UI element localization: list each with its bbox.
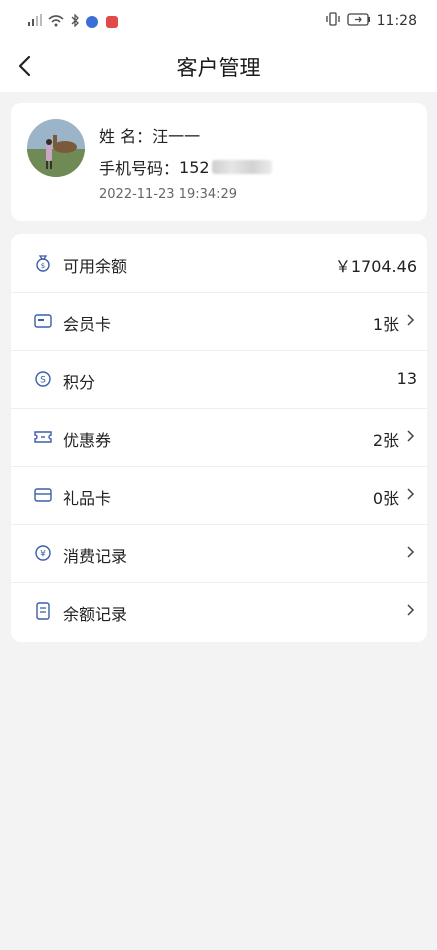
phone-label: 手机号码：: [99, 159, 180, 178]
menu-item-value: 0张: [372, 489, 399, 508]
chevron-right-icon: [407, 430, 415, 442]
menu-item-member-card[interactable]: 会员卡 1张: [11, 292, 427, 350]
menu-item-coupons[interactable]: 优惠券 2张: [11, 408, 427, 466]
customer-name: 姓 名：汪一一: [99, 123, 200, 147]
menu-item-gift-card[interactable]: 礼品卡 0张: [11, 466, 427, 524]
row-divider: [11, 408, 427, 409]
name-label: 姓 名：: [99, 127, 153, 146]
wifi-icon: [48, 12, 64, 31]
customer-created-date: 2022-11-23 19:34:29: [99, 187, 238, 202]
customer-menu-card: $ 可用余额 ￥1704.46 会员卡 1张 S 积分 13 优惠券 2张 礼品…: [11, 234, 427, 642]
row-divider: [11, 292, 427, 293]
battery-icon: [346, 12, 371, 30]
consumption-record-icon: ¥: [33, 543, 53, 563]
menu-item-balance-records[interactable]: 余额记录: [11, 582, 427, 640]
app-notification-icon: [86, 15, 98, 28]
member-card-icon: [33, 311, 53, 331]
menu-item-value: 13: [396, 369, 417, 388]
status-icons-left: [28, 12, 118, 31]
row-divider: [11, 466, 427, 467]
menu-item-label: 礼品卡: [63, 489, 112, 508]
customer-profile-card[interactable]: 姓 名：汪一一 手机号码： 152 2022-11-23 19:34:29: [11, 103, 427, 221]
app-notification-badge-icon: [106, 15, 118, 28]
chevron-right-icon: [407, 546, 415, 558]
points-icon: S: [33, 369, 53, 389]
menu-item-label: 可用余额: [63, 257, 128, 276]
navigation-bar: 客户管理: [0, 40, 437, 92]
name-value: 汪一一: [152, 127, 201, 146]
phone-redaction-blur: [211, 160, 272, 174]
status-icons-right: 11:28: [325, 12, 417, 30]
status-time: 11:28: [376, 13, 417, 29]
menu-item-label: 积分: [63, 373, 96, 392]
menu-item-label: 消费记录: [63, 547, 128, 566]
menu-item-available-balance[interactable]: $ 可用余额 ￥1704.46: [11, 234, 427, 292]
menu-item-consumption-records[interactable]: ¥ 消费记录: [11, 524, 427, 582]
chevron-right-icon: [407, 488, 415, 500]
menu-item-label: 优惠券: [63, 431, 112, 450]
balance-record-icon: [33, 601, 53, 621]
money-bag-icon: $: [33, 253, 53, 273]
menu-item-value: 2张: [372, 431, 399, 450]
coupon-icon: [33, 427, 53, 447]
avatar: [27, 119, 85, 177]
gift-card-icon: [33, 485, 53, 505]
row-divider: [11, 524, 427, 525]
chevron-right-icon: [407, 314, 415, 326]
row-divider: [11, 582, 427, 583]
row-divider: [11, 350, 427, 351]
svg-text:S: S: [40, 376, 46, 386]
menu-item-value: ￥1704.46: [334, 257, 417, 276]
cellular-signal-icon: [28, 14, 42, 29]
vibrate-icon: [325, 12, 341, 30]
customer-phone: 手机号码： 152: [99, 155, 272, 179]
page-title: 客户管理: [176, 56, 261, 80]
chevron-right-icon: [407, 604, 415, 616]
menu-item-points[interactable]: S 积分 13: [11, 350, 427, 408]
menu-item-value: 1张: [372, 315, 399, 334]
svg-text:$: $: [41, 262, 45, 270]
status-bar: 11:28: [0, 0, 437, 40]
phone-value: 152: [179, 157, 210, 177]
bluetooth-icon: [70, 12, 80, 31]
menu-item-label: 会员卡: [63, 315, 112, 334]
menu-item-label: 余额记录: [63, 605, 128, 624]
svg-text:¥: ¥: [40, 550, 46, 560]
